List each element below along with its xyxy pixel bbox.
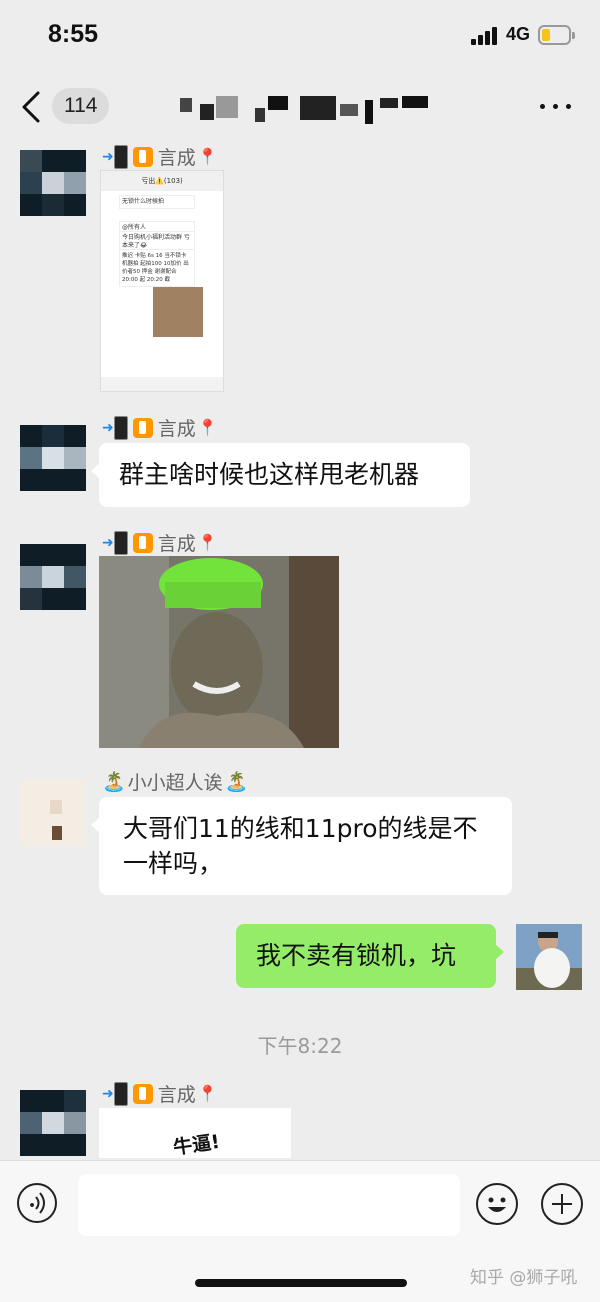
avatar-pixelated — [20, 780, 86, 846]
avatar[interactable] — [20, 780, 86, 846]
chat-title-pixelated — [180, 94, 430, 126]
voice-input-icon[interactable] — [17, 1183, 57, 1223]
arrow-right-icon: ➜ — [102, 534, 114, 551]
sender-name: ➜ 言成 📍 — [102, 143, 218, 170]
screenshot-dog-image — [153, 287, 203, 337]
phone-icon — [113, 144, 128, 169]
avatar[interactable] — [20, 1090, 86, 1156]
message-bubble[interactable]: 大哥们11的线和11pro的线是不 一样吗， — [91, 797, 512, 895]
emoji-icon[interactable] — [476, 1183, 518, 1225]
screenshot-line: 推迟 卡贴 6s 16 当不锁卡 机器拍 起拍100 10加价 出价者50 押金… — [119, 249, 195, 287]
status-time: 8:55 — [48, 20, 99, 48]
avatar-pixelated — [20, 544, 86, 610]
arrow-right-icon: ➜ — [102, 148, 114, 165]
smiley-face-icon — [488, 1197, 506, 1212]
own-avatar-image — [516, 924, 582, 990]
chat-header: 114 — [0, 70, 600, 142]
avatar-pixelated — [20, 1090, 86, 1156]
pin-icon: 📍 — [197, 147, 218, 166]
sender-name: ➜ 言成 📍 — [102, 414, 218, 441]
sender-name: 🏝️ 小小超人诶 🏝️ — [102, 771, 249, 794]
message-text-line: 一样吗， — [123, 849, 224, 878]
unread-count-badge[interactable]: 114 — [52, 88, 110, 124]
arrow-right-icon: ➜ — [102, 1085, 114, 1102]
message-timestamp: 下午8:22 — [257, 1034, 343, 1058]
own-avatar[interactable] — [516, 924, 582, 990]
avatar[interactable] — [20, 425, 86, 491]
pin-icon: 📍 — [197, 533, 218, 552]
own-message-bubble[interactable]: 我不卖有锁机，坑 — [236, 924, 504, 988]
arrow-right-icon: ➜ — [102, 419, 114, 436]
sender-name: ➜ 言成 📍 — [102, 529, 218, 556]
vibration-icon — [132, 146, 153, 167]
pin-icon: 📍 — [197, 418, 218, 437]
phone-icon — [113, 530, 128, 555]
avatar[interactable] — [20, 544, 86, 610]
avatar-pixelated — [20, 425, 86, 491]
message-bubble[interactable]: 群主啥时候也这样甩老机器 — [91, 443, 470, 507]
phone-icon — [113, 415, 128, 440]
watermark: 知乎 @狮子吼 — [470, 1268, 578, 1288]
meme-image — [99, 556, 339, 748]
more-options-icon[interactable] — [540, 96, 572, 116]
message-text-line: 大哥们11的线和11pro的线是不 — [123, 814, 478, 843]
vibration-icon — [132, 532, 153, 553]
sender-name: ➜ 言成 📍 — [102, 1080, 218, 1107]
voice-waves-icon — [30, 1192, 45, 1214]
meme-image-message[interactable] — [99, 556, 339, 748]
screenshot-title: 亏出⚠️(103) — [101, 171, 223, 191]
screenshot-image-message[interactable]: 亏出⚠️(103) 无锁什么时候拍 @所有人 今日购机小福利活动群 亏本来了😂 … — [100, 170, 224, 392]
status-bar: 8:55 4G — [0, 0, 600, 70]
island-emoji-icon: 🏝️ — [102, 771, 126, 793]
screenshot-line: 无锁什么时候拍 — [119, 195, 195, 209]
plus-icon[interactable] — [541, 1183, 583, 1225]
avatar-pixelated — [20, 150, 86, 216]
battery-icon — [538, 25, 575, 45]
sticker-text: 牛逼! — [171, 1130, 222, 1158]
signal-icon — [471, 27, 499, 45]
pin-icon: 📍 — [197, 1084, 218, 1103]
home-indicator[interactable] — [195, 1279, 407, 1287]
vibration-icon — [132, 417, 153, 438]
sticker-message[interactable]: 牛逼! — [99, 1108, 291, 1158]
network-type: 4G — [506, 24, 531, 44]
screenshot-input-bar — [101, 377, 223, 391]
message-input[interactable] — [78, 1174, 460, 1236]
island-emoji-icon: 🏝️ — [224, 771, 249, 793]
avatar[interactable] — [20, 150, 86, 216]
back-arrow-icon[interactable] — [18, 90, 48, 124]
vibration-icon — [132, 1083, 153, 1104]
phone-icon — [113, 1081, 128, 1106]
